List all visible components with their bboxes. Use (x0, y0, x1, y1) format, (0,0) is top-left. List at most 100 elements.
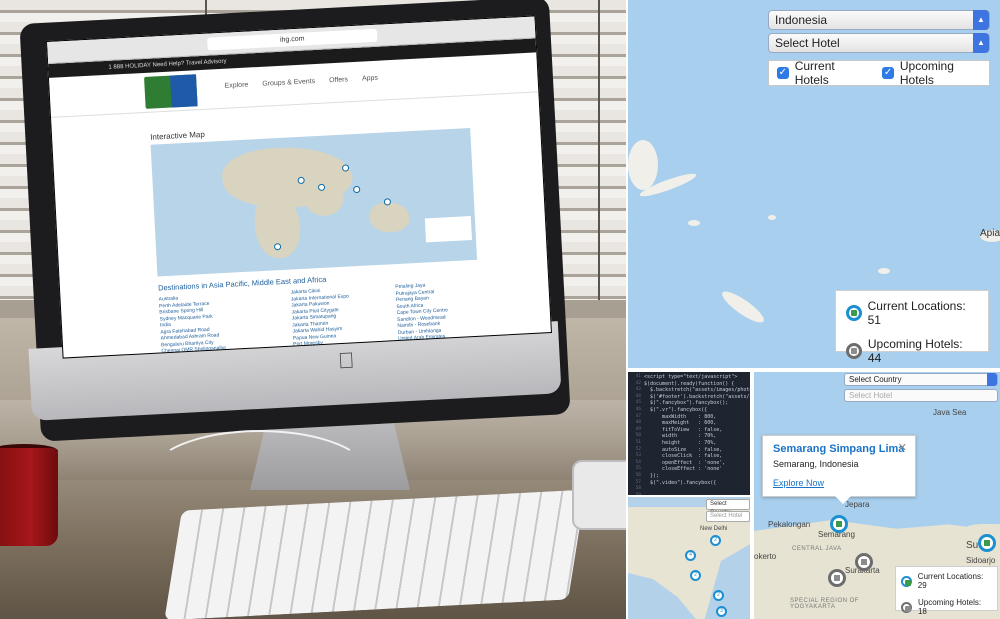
browser-url-bar[interactable]: ihg.com (207, 28, 378, 51)
red-mug (0, 448, 58, 546)
logo-blue-block (169, 74, 198, 108)
explore-now-link[interactable]: Explore Now (773, 478, 905, 488)
map-pin[interactable] (353, 185, 361, 194)
code-line: openEffect : 'none', (644, 459, 726, 466)
java-country-select[interactable]: Select Country (844, 373, 998, 386)
line-number: 50 (635, 433, 641, 439)
island (878, 268, 890, 274)
island (718, 286, 768, 328)
upcoming-hotels-count: Upcoming Hotels: 18 (917, 598, 982, 616)
destinations-col-1: Australia Perth Adelaide Terrace Brisban… (159, 293, 227, 355)
code-line: $('#footer').backstretch("assets/i (644, 393, 750, 400)
site-nav: Explore Groups & Events Offers Apps (224, 75, 378, 90)
hotel-info-popup: Semarang Simpang Lima Semarang, Indonesi… (762, 435, 916, 504)
line-number: 55 (635, 466, 641, 472)
upcoming-hotel-pin-icon (846, 343, 862, 359)
select-arrows-icon: ▲ (973, 10, 989, 30)
legend-upcoming: Upcoming Hotels: 18 (901, 598, 992, 616)
nav-explore[interactable]: Explore (224, 82, 248, 90)
legend-upcoming: Upcoming Hotels: 44 (846, 337, 978, 365)
semarang-hotel-pin[interactable] (830, 515, 848, 533)
upcoming-hotel-pin-icon (901, 601, 912, 613)
keyboard (164, 489, 586, 619)
surabaya-hotel-pin[interactable] (978, 534, 996, 552)
code-line: $(".fancybox").fancybox(); (644, 400, 729, 407)
composite-screenshot:  ihg.com 1 888 HOLIDAY Need Help? Trave… (0, 0, 1000, 619)
destinations-col-3: Petaling Jaya Putrajaya Central Penang B… (395, 281, 449, 342)
code-line: width : 70%, (644, 433, 717, 440)
java-hotel-select[interactable]: Select Hotel (844, 389, 998, 402)
upcoming-hotel-pin[interactable] (855, 553, 873, 571)
legend-current: Current Locations: 51 (846, 299, 978, 327)
map-pin-cluster[interactable]: 2 (713, 590, 724, 601)
upcoming-hotels-label[interactable]: Upcoming Hotels (900, 59, 989, 87)
india-country-select[interactable]: Select Country (706, 499, 750, 516)
line-number: 58 (635, 486, 641, 492)
map-pin-cluster[interactable]: 3 (716, 606, 727, 617)
upcoming-hotels-checkbox[interactable]: ✓ (882, 67, 894, 79)
map-label-apia: Apia (980, 228, 1000, 239)
mini-map-legend (424, 216, 473, 243)
line-number: 48 (635, 420, 641, 426)
java-map-legend: Current Locations: 29 Upcoming Hotels: 1… (895, 566, 998, 616)
map-label-surabaya-partial: Su (966, 540, 979, 551)
map-pin-cluster[interactable]: 4 (685, 550, 696, 561)
india-hotel-select[interactable]: Select Hotel (706, 511, 750, 522)
code-line: fitToView : false, (644, 426, 723, 433)
upcoming-hotels-count: Upcoming Hotels: 44 (867, 337, 963, 365)
map-pin-cluster[interactable]: 2 (710, 535, 721, 546)
code-line: }); (644, 472, 660, 479)
office-photo:  ihg.com 1 888 HOLIDAY Need Help? Trave… (0, 0, 626, 619)
line-number: 46 (635, 406, 641, 412)
apple-logo-icon:  (337, 348, 355, 375)
map-label-yogyakarta: SPECIAL REGION OF YOGYAKARTA (790, 598, 859, 610)
map-legend: Current Locations: 51 Upcoming Hotels: 4… (835, 290, 989, 365)
interactive-map-title: Interactive Map (149, 129, 206, 142)
close-icon[interactable]: ✕ (898, 441, 907, 454)
code-text: <script type="text/javascript"> $(documen… (628, 372, 750, 486)
line-number: 41 (635, 374, 641, 379)
code-line: $(".video").fancybox({ (644, 479, 717, 486)
select-arrows-icon (987, 373, 997, 386)
code-line: $.backstretch("assets/images/photo (644, 387, 750, 394)
holiday-inn-express-logo[interactable] (144, 74, 198, 109)
line-number: 51 (635, 439, 641, 445)
hotel-filter-bar: ✓ Current Hotels ✓ Upcoming Hotels (768, 59, 990, 87)
hotel-select-value: Select Hotel (775, 36, 840, 50)
current-hotels-checkbox[interactable]: ✓ (777, 67, 789, 79)
code-line: <script type="text/javascript"> (644, 374, 738, 380)
nav-apps[interactable]: Apps (362, 75, 378, 83)
map-pin-cluster[interactable]: 2 (690, 570, 701, 581)
upcoming-hotel-pin[interactable] (828, 569, 846, 587)
code-line: height : 70%, (644, 439, 717, 446)
tablet (572, 460, 626, 530)
select-arrows-icon: ▲ (973, 33, 989, 53)
country-select[interactable]: Indonesia ▲ (768, 10, 990, 30)
line-number: 43 (635, 387, 641, 393)
line-number: 53 (635, 453, 641, 459)
code-editor: 4142434445464748495051525354555657585960… (626, 370, 750, 495)
current-locations-count: Current Locations: 29 (917, 572, 984, 590)
blind-cord (598, 0, 600, 330)
island (768, 215, 776, 220)
current-locations-count: Current Locations: 51 (867, 299, 966, 327)
current-hotel-pin-icon (846, 305, 862, 321)
island (628, 140, 658, 190)
country-select-value: Indonesia (775, 13, 828, 27)
code-line: autoSize : false, (644, 446, 723, 453)
current-hotels-label[interactable]: Current Hotels (795, 59, 870, 87)
line-number: 45 (635, 400, 641, 406)
java-hotel-select-value: Select Hotel (849, 391, 893, 400)
nav-groups-events[interactable]: Groups & Events (262, 78, 315, 88)
imac-screen: ihg.com 1 888 HOLIDAY Need Help? Travel … (46, 15, 552, 359)
map-label-jepara: Jepara (845, 500, 870, 509)
island (688, 220, 700, 226)
map-label-sidoarjo: Sidoarjo (966, 556, 996, 565)
hotel-select[interactable]: Select Hotel ▲ (768, 33, 990, 53)
nav-offers[interactable]: Offers (329, 76, 348, 84)
current-hotel-pin-icon (901, 575, 912, 587)
code-line: maxHeight : 600, (644, 420, 717, 427)
java-country-select-value: Select Country (849, 375, 902, 384)
mini-world-map[interactable] (150, 127, 478, 277)
map-label-central-java: CENTRAL JAVA (792, 546, 842, 552)
